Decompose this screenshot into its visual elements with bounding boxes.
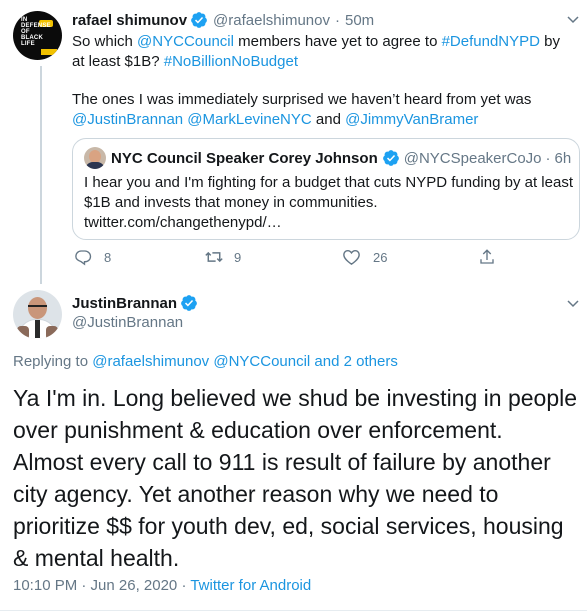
mention-justinbrannan[interactable]: @JustinBrannan bbox=[72, 111, 183, 128]
heart-icon bbox=[342, 248, 361, 266]
tweet2-header: JustinBrannan bbox=[72, 292, 198, 314]
tweet2-source-link[interactable]: Twitter for Android bbox=[190, 577, 311, 594]
reply-button[interactable]: 8 bbox=[74, 248, 111, 266]
verified-badge-icon bbox=[180, 294, 198, 312]
tweet1-text-part: So which bbox=[72, 33, 138, 50]
avatar-logo: IN DEFENSE OF BLACK LIFE bbox=[21, 17, 57, 55]
meta-separator: · bbox=[177, 577, 191, 594]
replying-to-label: Replying to bbox=[13, 353, 93, 370]
quoted-tweet-text: I hear you and I'm fighting for a budget… bbox=[84, 173, 574, 233]
mention-marklevinenyc[interactable]: @MarkLevineNYC bbox=[187, 111, 311, 128]
thread-connector-line bbox=[40, 66, 42, 284]
share-icon bbox=[478, 248, 496, 266]
avatar-justinbrannan[interactable] bbox=[13, 290, 62, 339]
tweet2-author-handle[interactable]: @JustinBrannan bbox=[72, 314, 183, 331]
quoted-tweet-avatar bbox=[84, 147, 106, 169]
reply-icon bbox=[74, 248, 92, 266]
tweet1-action-bar: 8 9 26 bbox=[72, 248, 502, 272]
quoted-tweet-header: NYC Council Speaker Corey Johnson @NYCSp… bbox=[111, 147, 571, 169]
tweet1-time-separator: · bbox=[335, 11, 340, 29]
avatar-rafaelshimunov[interactable]: IN DEFENSE OF BLACK LIFE bbox=[13, 11, 62, 60]
quoted-tweet-time: 6h bbox=[554, 149, 572, 167]
tweet2-meta: 10:10 PM · Jun 26, 2020 · Twitter for An… bbox=[13, 577, 311, 594]
hashtag-nobillionnobudget[interactable]: #NoBillionNoBudget bbox=[164, 53, 298, 70]
tweet1-header: rafael shimunov @rafaelshimunov · 50m bbox=[72, 10, 374, 30]
replying-mention-rafaelshimunov[interactable]: @rafaelshimunov bbox=[92, 353, 209, 370]
replying-mention-nyccouncil[interactable]: @NYCCouncil bbox=[213, 353, 310, 370]
tweet1-author-name[interactable]: rafael shimunov bbox=[72, 12, 187, 29]
avatar-logo-text: IN DEFENSE OF BLACK LIFE bbox=[21, 17, 51, 47]
mention-nyccouncil[interactable]: @NYCCouncil bbox=[137, 33, 234, 50]
quoted-tweet-body: I hear you and I'm fighting for a budget… bbox=[84, 174, 573, 211]
tweet1-author-handle[interactable]: @rafaelshimunov bbox=[213, 12, 330, 29]
retweet-button[interactable]: 9 bbox=[204, 248, 241, 266]
verified-badge-icon bbox=[190, 11, 208, 29]
tweet1-text-para2: The ones I was immediately surprised we … bbox=[72, 91, 532, 108]
replying-to-line: Replying to @rafaelshimunov @NYCCouncil … bbox=[13, 353, 398, 370]
quoted-tweet-author-handle: @NYCSpeakerCoJo bbox=[403, 149, 542, 167]
retweet-count: 9 bbox=[234, 249, 242, 265]
tweet1-more-chevron-down-icon[interactable] bbox=[566, 12, 580, 26]
quoted-tweet-card[interactable]: NYC Council Speaker Corey Johnson @NYCSp… bbox=[72, 138, 580, 240]
tweet2-timestamp[interactable]: 10:10 PM · Jun 26, 2020 bbox=[13, 577, 177, 594]
tweet2-more-chevron-down-icon[interactable] bbox=[566, 296, 580, 310]
like-count: 26 bbox=[373, 249, 388, 265]
quoted-tweet-link-text: twitter.com/changethenypd/… bbox=[84, 214, 282, 231]
tweet1-text: So which @NYCCouncil members have yet to… bbox=[72, 32, 572, 130]
replying-others-link[interactable]: 2 others bbox=[344, 353, 398, 370]
verified-badge-icon bbox=[382, 149, 400, 167]
tweet1-text-part: members have yet to agree to bbox=[233, 33, 442, 50]
replying-and: and bbox=[310, 353, 344, 370]
divider bbox=[0, 610, 587, 611]
tweet1-time[interactable]: 50m bbox=[345, 12, 374, 29]
quoted-tweet-time-separator: · bbox=[545, 149, 551, 167]
tweet2-text: Ya I'm in. Long believed we shud be inve… bbox=[13, 385, 578, 571]
like-button[interactable]: 26 bbox=[342, 248, 387, 266]
tweet1-text-and: and bbox=[311, 111, 346, 128]
quoted-tweet-author-name: NYC Council Speaker Corey Johnson bbox=[111, 149, 378, 167]
reply-count: 8 bbox=[104, 249, 112, 265]
tweet2-author-name[interactable]: JustinBrannan bbox=[72, 295, 177, 312]
share-button[interactable] bbox=[478, 248, 496, 266]
hashtag-defundnypd[interactable]: #DefundNYPD bbox=[442, 33, 540, 50]
retweet-icon bbox=[204, 248, 224, 266]
mention-jimmyvanbramer[interactable]: @JimmyVanBramer bbox=[345, 111, 478, 128]
